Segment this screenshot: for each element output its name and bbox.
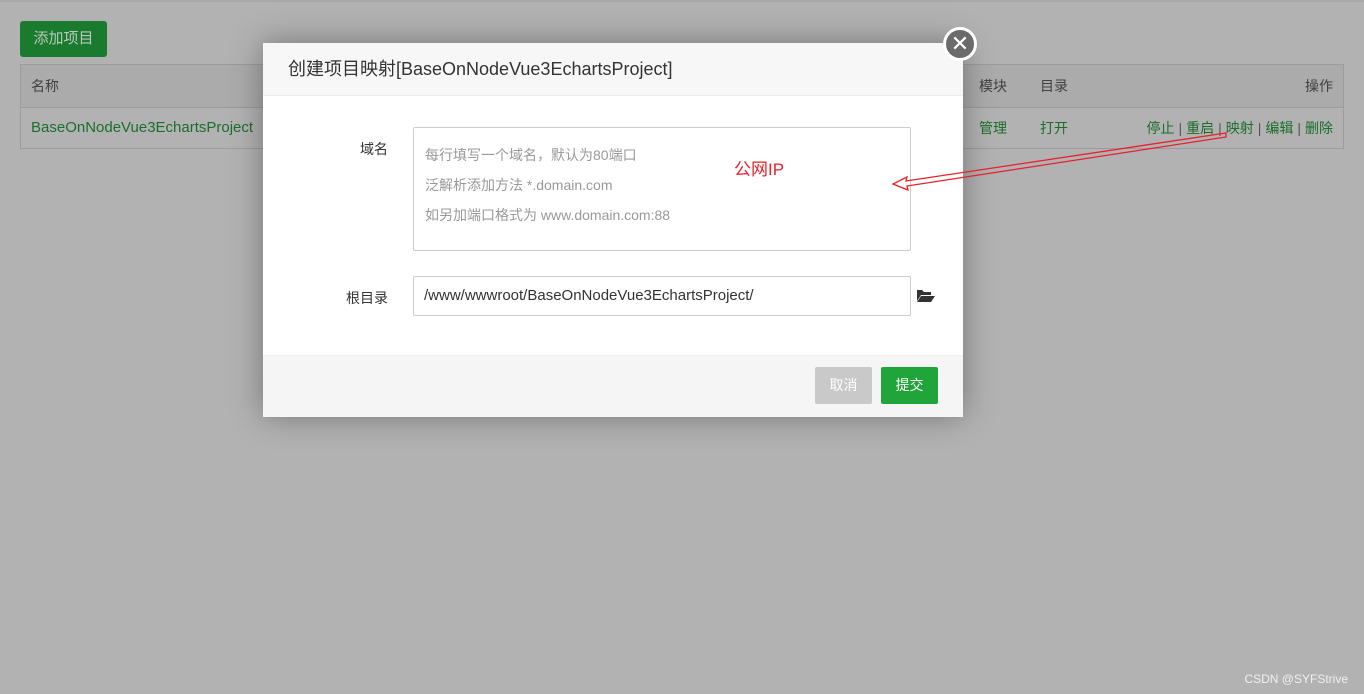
watermark: CSDN @SYFStrive — [1244, 672, 1348, 686]
annotation-arrow — [891, 132, 1227, 192]
